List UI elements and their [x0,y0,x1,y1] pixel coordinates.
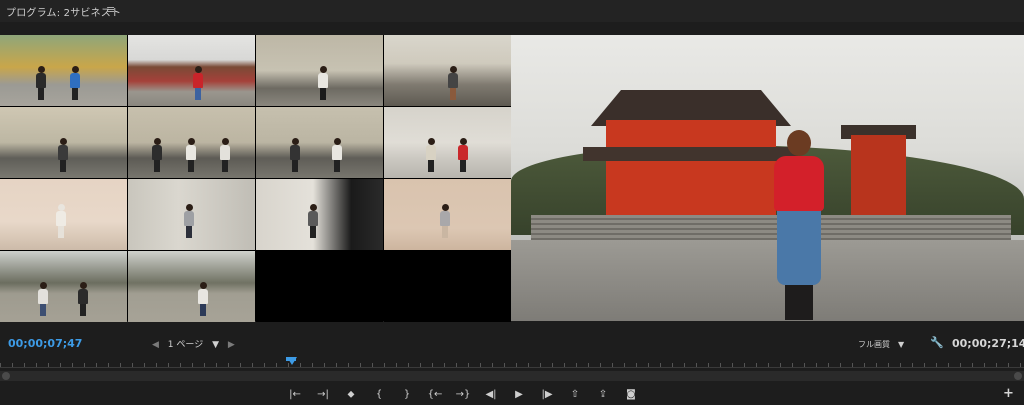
camera-1[interactable] [0,35,127,106]
camera-13[interactable] [0,251,127,322]
program-viewer [0,35,1024,322]
current-timecode[interactable]: 00;00;07;47 [8,337,82,350]
mark-in-button[interactable]: |← [281,389,309,400]
camera-12[interactable] [384,179,511,250]
quality-label: フル画質 [858,340,890,349]
camera-8[interactable] [384,107,511,178]
wrench-icon[interactable]: 🔧 [930,336,944,349]
lift-button[interactable]: ⇧ [561,389,589,400]
add-marker-button[interactable]: ⬥ [337,389,365,400]
camera-15[interactable] [256,251,383,322]
camera-16[interactable] [384,251,511,322]
temple-gate [606,120,776,230]
step-forward-to-edit-button[interactable]: →} [449,389,477,400]
export-frame-button[interactable]: ◙ [617,389,645,400]
gate-roof-lower [583,147,798,161]
go-to-out-button[interactable]: } [393,389,421,400]
page-label[interactable]: 1 ページ [168,337,203,350]
pagoda [851,135,906,225]
camera-10[interactable] [128,179,255,250]
go-to-in-button[interactable]: { [365,389,393,400]
multicam-grid [0,35,511,322]
zoom-scrollbar[interactable] [0,371,1024,381]
page-prev-icon[interactable]: ◀ [152,340,159,350]
panel-title: プログラム: 2サビネスト [6,8,122,19]
stone-plaza [511,240,1024,321]
playback-resolution-select[interactable]: フル画質 ▼ [858,339,904,350]
ruler-baseline [0,367,1024,368]
camera-5[interactable] [0,107,127,178]
camera-2[interactable] [128,35,255,106]
camera-14[interactable] [128,251,255,322]
zoom-handle-right[interactable] [1014,372,1022,380]
camera-4[interactable] [384,35,511,106]
page-next-icon[interactable]: ▶ [228,340,235,350]
program-monitor [511,35,1024,321]
camera-3[interactable] [256,35,383,106]
duration-timecode: 00;00;27;14 [952,337,1024,350]
step-back-button[interactable]: ◀| [477,389,505,400]
play-button[interactable]: ▶ [505,389,533,400]
page-dropdown-icon[interactable]: ▼ [212,340,219,350]
playhead-marker[interactable] [287,357,297,365]
dancer [769,130,829,320]
step-forward-button[interactable]: |▶ [533,389,561,400]
page-selector: ◀ 1 ページ ▼ ▶ [152,337,241,350]
button-editor-button[interactable]: + [1003,386,1014,401]
camera-11[interactable] [256,179,383,250]
program-panel-header: プログラム: 2サビネスト ≡ [0,0,1024,22]
panel-menu-icon[interactable]: ≡ [106,3,115,16]
camera-6[interactable] [128,107,255,178]
step-back-to-edit-button[interactable]: {← [421,389,449,400]
mark-out-button[interactable]: →| [309,389,337,400]
camera-7[interactable] [256,107,383,178]
extract-button[interactable]: ⇪ [589,389,617,400]
chevron-down-icon: ▼ [898,340,905,349]
transport-controls: |← →| ⬥{} {← →} ◀| ▶ |▶ ⇧ ⇪ ◙ [281,385,645,403]
zoom-handle-left[interactable] [2,372,10,380]
camera-9[interactable] [0,179,127,250]
